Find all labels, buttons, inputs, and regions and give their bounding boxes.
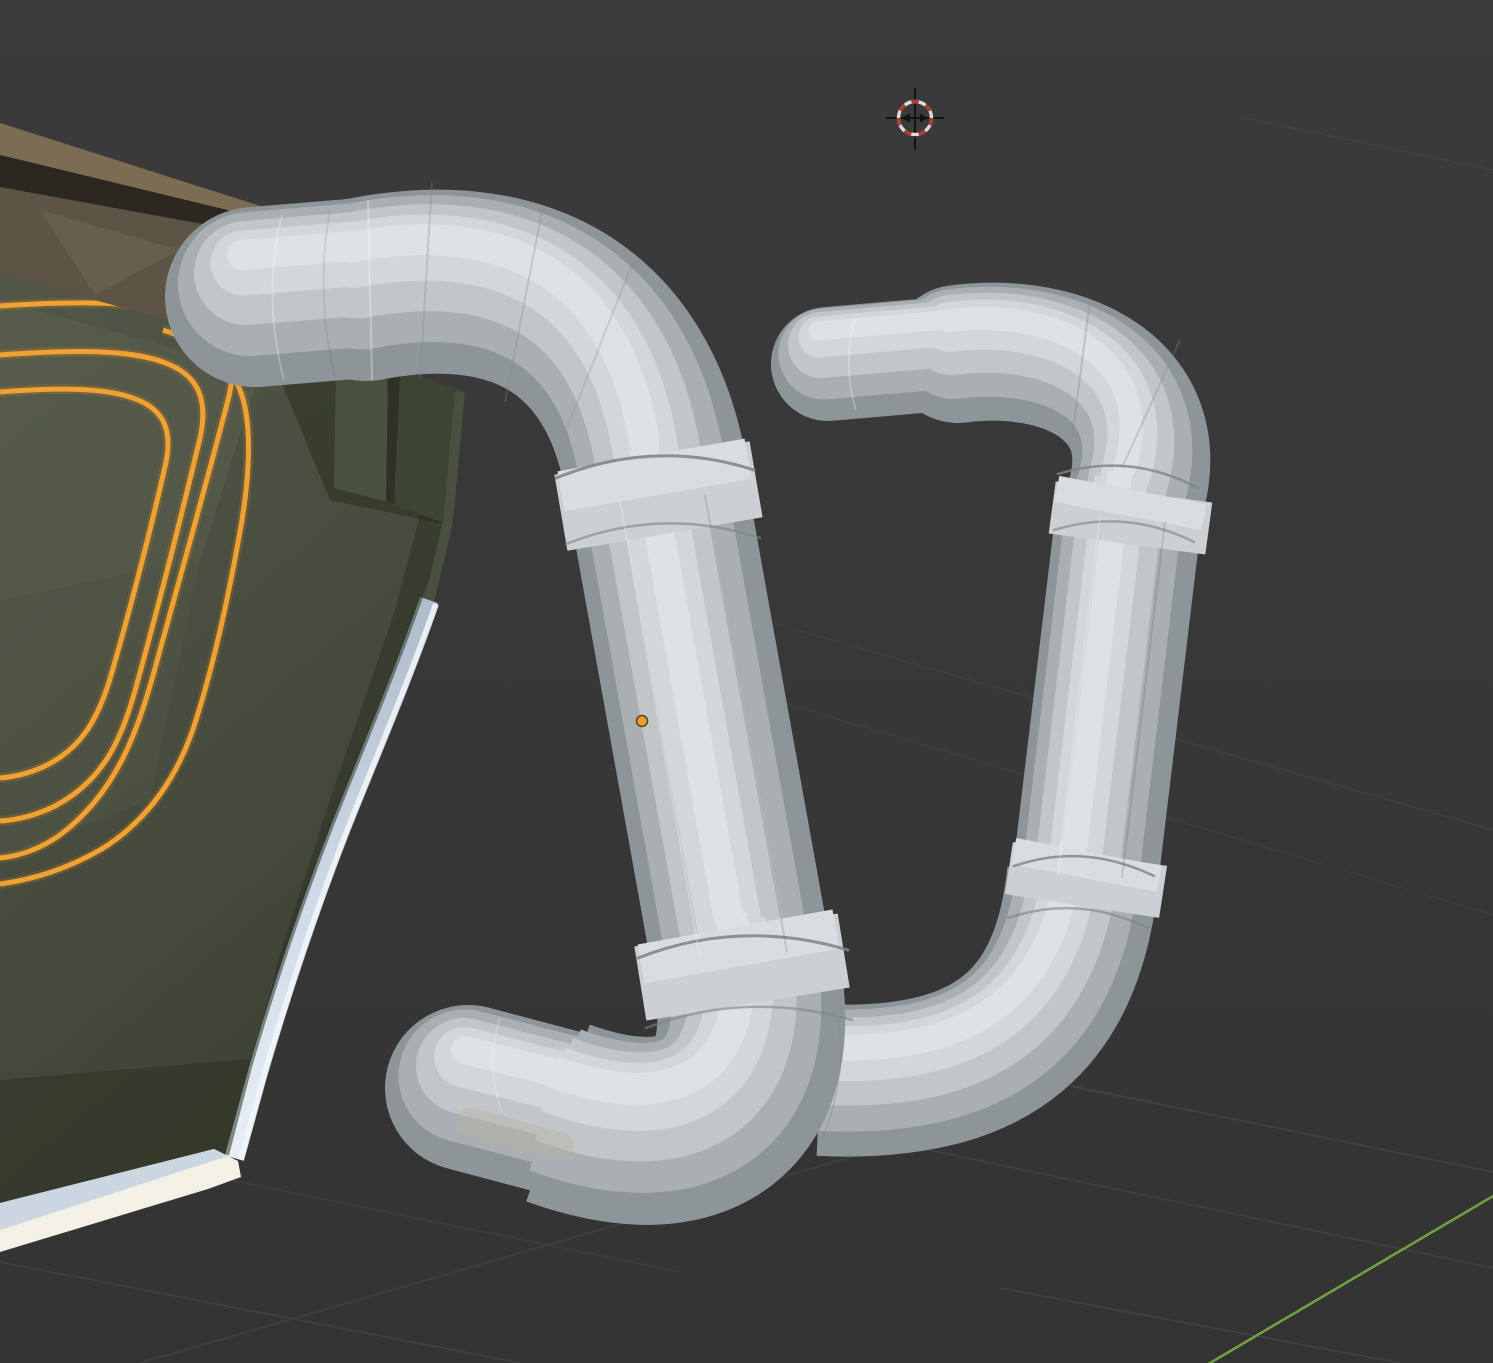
viewport-canvas[interactable] — [0, 0, 1493, 1363]
viewport-wrap — [0, 0, 1493, 1363]
origin-dot[interactable] — [637, 716, 648, 727]
machine-post-face — [334, 366, 392, 502]
